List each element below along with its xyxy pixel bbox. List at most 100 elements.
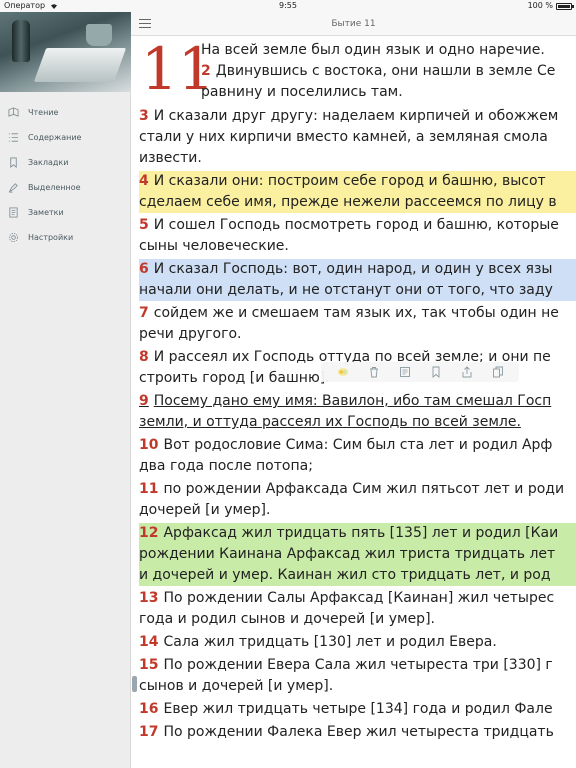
- share-button[interactable]: [460, 365, 474, 379]
- verse-line: 12 Арфаксад жил тридцать пять [135] лет и…: [139, 523, 576, 544]
- verse-number: 17: [139, 724, 159, 740]
- sidebar-item-label: Заметки: [28, 208, 64, 217]
- verse-line: 4И сказали они: построим себе город и ба…: [139, 171, 576, 192]
- verse-text: сыны человеческие.: [139, 238, 289, 254]
- notes-icon: [9, 207, 18, 218]
- verse-line: начали они делать, и не отстанут они от …: [139, 280, 576, 301]
- verse-6[interactable]: 6И сказал Господь: вот, один народ, и од…: [139, 259, 576, 301]
- reader-content[interactable]: 11 На всей земле был один язык и одно на…: [131, 36, 576, 768]
- verse-10[interactable]: 10 Вот родословие Сима: Сим был ста лет и…: [139, 435, 576, 477]
- verse-number: 14: [139, 634, 159, 650]
- verse-number: 15: [139, 657, 159, 673]
- verse-11[interactable]: 11 по рождении Арфаксада Сим жил пятьсот …: [139, 479, 576, 521]
- verse-number: 12: [139, 525, 159, 541]
- highlighter-icon: [8, 183, 18, 193]
- share-icon: [462, 366, 471, 378]
- verse-5[interactable]: 5И сошел Господь посмотреть город и башн…: [139, 215, 576, 257]
- verse-number: 8: [139, 349, 149, 365]
- verse-text: равнину и поселились там.: [201, 84, 403, 100]
- verse-line: два года после потопа;: [139, 456, 576, 477]
- clock: 9:55: [279, 1, 297, 10]
- verse-text: И сказали друг другу: наделаем кирпичей …: [153, 108, 559, 124]
- verse-line: 14 Сала жил тридцать [130] лет и родил Ев…: [139, 632, 576, 653]
- verse-text: речи другого.: [139, 326, 242, 342]
- sidebar-item-reading[interactable]: Чтение: [0, 100, 130, 125]
- sidebar-item-settings[interactable]: Настройки: [0, 225, 130, 250]
- verse-number: 3: [139, 108, 149, 124]
- verse-line: земли, и оттуда рассеял их Господь по вс…: [139, 412, 576, 433]
- verse-14[interactable]: 14 Сала жил тридцать [130] лет и родил Ев…: [139, 632, 576, 653]
- selection-toolbar: [321, 362, 519, 382]
- verse-line: На всей земле был один язык и одно нареч…: [201, 42, 545, 58]
- sidebar-item-label: Настройки: [28, 233, 74, 242]
- verse-line: года и родил сынов и дочерей [и умер].: [139, 609, 576, 630]
- cover-image: [0, 12, 131, 92]
- header-bar: Бытие 11: [131, 12, 576, 36]
- verse-line: равнину и поселились там.: [201, 82, 555, 103]
- bookmark-button[interactable]: [429, 365, 443, 379]
- sidebar-menu: Чтение Содержание Закладки Выделенное За…: [0, 100, 130, 250]
- chapter-opening: 11 На всей земле был один язык и одно на…: [139, 38, 576, 104]
- verse-16[interactable]: 16 Евер жил тридцать четыре [134] года и …: [139, 699, 576, 720]
- verse-text: И сказали они: построим себе город и баш…: [153, 173, 546, 189]
- verse-line: 13 По рождении Салы Арфаксад [Каинан] жил…: [139, 588, 576, 609]
- sidebar-item-highlights[interactable]: Выделенное: [0, 175, 130, 200]
- verse-line: 3И сказали друг другу: наделаем кирпичей…: [139, 106, 576, 127]
- chapter-text: 11 На всей земле был один язык и одно на…: [139, 38, 576, 745]
- verse-text: дочерей [и умер].: [139, 502, 271, 518]
- verse-7[interactable]: 7 сойдем же и смешаем там язык их, так чт…: [139, 303, 576, 345]
- sidebar-item-label: Чтение: [28, 108, 59, 117]
- verse-line: стали у них кирпичи вместо камней, а зем…: [139, 127, 576, 148]
- trash-icon: [369, 367, 378, 378]
- verse-1[interactable]: На всей земле был один язык и одно нареч…: [201, 40, 555, 103]
- verse-13[interactable]: 13 По рождении Салы Арфаксад [Каинан] жил…: [139, 588, 576, 630]
- verse-line: дочерей [и умер].: [139, 500, 576, 521]
- verse-4[interactable]: 4И сказали они: построим себе город и ба…: [139, 171, 576, 213]
- verse-text: и дочерей и умер. Каинан жил сто тридцат…: [139, 567, 551, 583]
- verse-3[interactable]: 3И сказали друг другу: наделаем кирпичей…: [139, 106, 576, 169]
- copy-button[interactable]: [491, 365, 505, 379]
- sidebar-item-label: Содержание: [28, 133, 82, 142]
- verse-2[interactable]: 2 Двинувшись с востока, они нашли в земле…: [201, 61, 555, 103]
- verse-number: 10: [139, 437, 159, 453]
- battery-icon: [556, 2, 574, 10]
- sidebar-item-bookmarks[interactable]: Закладки: [0, 150, 130, 175]
- verse-number: 6: [139, 261, 149, 277]
- verse-text: начали они делать, и не отстанут они от …: [139, 282, 553, 298]
- contents-icon: [8, 133, 19, 142]
- verse-line: 5И сошел Господь посмотреть город и башн…: [139, 215, 576, 236]
- verse-17[interactable]: 17 По рождении Фалека Евер жил четыреста …: [139, 722, 576, 743]
- verse-number: 13: [139, 590, 159, 606]
- verse-line: 6И сказал Господь: вот, один народ, и од…: [139, 259, 576, 280]
- note-icon: [399, 367, 410, 377]
- verse-number: 5: [139, 217, 149, 233]
- verse-text: сынов и дочерей [и умер].: [139, 678, 334, 694]
- verse-text: извести.: [139, 150, 202, 166]
- verse-line: рождении Каинана Арфаксад жил триста три…: [139, 544, 576, 565]
- note-button[interactable]: [398, 365, 412, 379]
- verse-number: 16: [139, 701, 159, 717]
- verse-number: 7: [139, 305, 149, 321]
- sidebar-item-contents[interactable]: Содержание: [0, 125, 130, 150]
- verse-text: И сошел Господь посмотреть город и башню…: [153, 217, 559, 233]
- verse-text: По рождении Салы Арфаксад [Каинан] жил ч…: [163, 590, 555, 606]
- delete-button[interactable]: [367, 365, 381, 379]
- verse-15[interactable]: 15 По рождении Евера Сала жил четыреста т…: [139, 655, 576, 697]
- verse-text: Двинувшись с востока, они нашли в земле …: [215, 63, 556, 79]
- sidebar-item-notes[interactable]: Заметки: [0, 200, 130, 225]
- verse-text: два года после потопа;: [139, 458, 313, 474]
- verse-line: речи другого.: [139, 324, 576, 345]
- verse-12[interactable]: 12 Арфаксад жил тридцать пять [135] лет и…: [139, 523, 576, 586]
- verse-line: извести.: [139, 148, 576, 169]
- verse-line: сыны человеческие.: [139, 236, 576, 257]
- verse-text: стали у них кирпичи вместо камней, а зем…: [139, 129, 548, 145]
- color-picker-button[interactable]: [336, 365, 350, 379]
- verse-line: 15 По рождении Евера Сала жил четыреста т…: [139, 655, 576, 676]
- verse-text: сделаем себе имя, прежде нежели рассеемс…: [139, 194, 557, 210]
- selection-handle[interactable]: [132, 676, 137, 692]
- verse-9[interactable]: 9 Посему дано ему имя: Вавилон, ибо там с…: [139, 391, 576, 433]
- bookmark-icon: [10, 157, 17, 168]
- page-title: Бытие 11: [331, 19, 376, 29]
- verse-text: По рождении Евера Сала жил четыреста три…: [163, 657, 553, 673]
- verse-line: сделаем себе имя, прежде нежели рассеемс…: [139, 192, 576, 213]
